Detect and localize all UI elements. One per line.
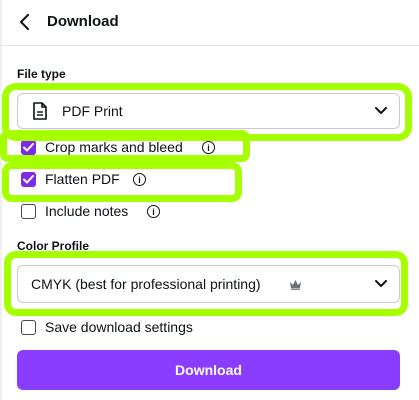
- include-notes-label: Include notes: [45, 203, 129, 219]
- panel-title: Download: [47, 13, 119, 30]
- save-settings-label: Save download settings: [45, 319, 193, 335]
- panel-header: Download: [0, 0, 419, 46]
- file-type-value: PDF Print: [62, 103, 123, 119]
- color-profile-value: CMYK (best for professional printing): [31, 276, 261, 292]
- header-divider: [0, 45, 419, 46]
- panel-edge: [0, 0, 2, 400]
- save-settings-checkbox[interactable]: [21, 320, 36, 335]
- highlight-flatten-pdf: [2, 162, 242, 202]
- checkbox-box: [21, 204, 36, 219]
- crop-marks-checkbox[interactable]: [21, 140, 36, 155]
- crown-icon: [289, 277, 302, 295]
- checkmark-icon: [21, 140, 36, 155]
- crop-marks-label: Crop marks and bleed: [45, 139, 183, 155]
- download-button[interactable]: Download: [17, 350, 400, 390]
- info-icon[interactable]: i: [147, 205, 160, 218]
- file-type-label: File type: [17, 67, 66, 81]
- checkmark-icon: [21, 172, 36, 187]
- chevron-down-icon: [375, 102, 387, 120]
- back-arrow-icon[interactable]: [14, 11, 36, 33]
- info-icon[interactable]: i: [133, 173, 146, 186]
- info-icon[interactable]: i: [202, 141, 215, 154]
- flatten-pdf-checkbox[interactable]: [21, 172, 36, 187]
- color-profile-label: Color Profile: [17, 239, 90, 253]
- document-icon: [33, 102, 47, 125]
- chevron-down-icon: [375, 275, 387, 293]
- checkbox-box: [21, 320, 36, 335]
- include-notes-checkbox[interactable]: [21, 204, 36, 219]
- color-profile-select[interactable]: CMYK (best for professional printing): [17, 265, 400, 303]
- file-type-select[interactable]: PDF Print: [17, 93, 400, 129]
- flatten-pdf-label: Flatten PDF: [45, 171, 120, 187]
